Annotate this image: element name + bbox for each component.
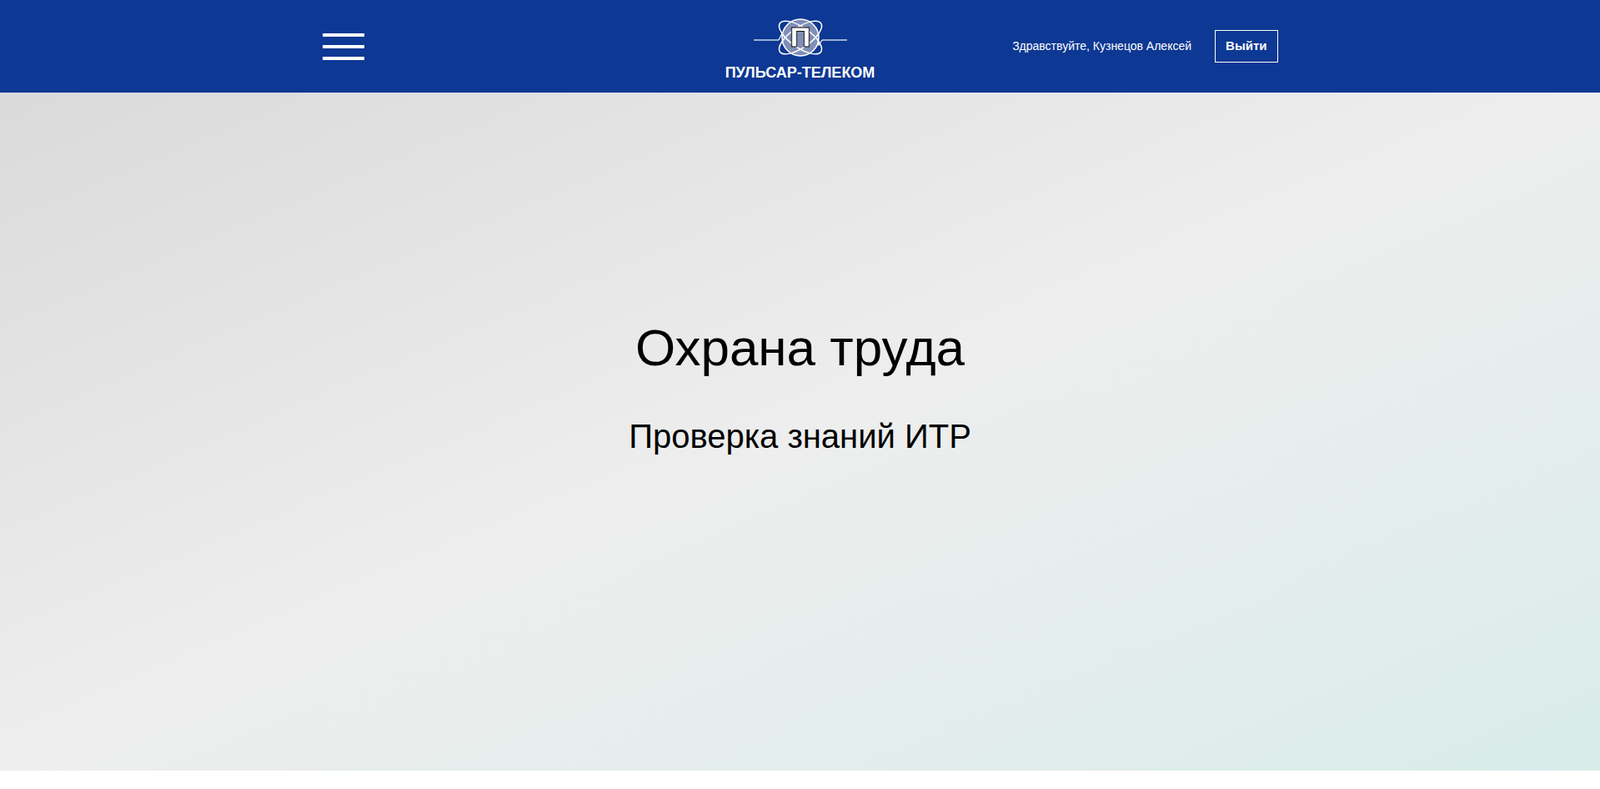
menu-bar-icon	[322, 56, 365, 61]
page: П ПУЛЬСАР-ТЕЛЕКОМ Здравствуйте, Кузнецов А…	[0, 0, 1600, 789]
greeting: Здравствуйте, Кузнецов Алексей	[1012, 37, 1192, 56]
page-bottom	[0, 770, 1600, 789]
menu-bar-icon	[322, 45, 365, 49]
logout-button[interactable]: Выйти	[1214, 30, 1278, 63]
hero-title: Охрана труда	[635, 315, 965, 380]
header: П ПУЛЬСАР-ТЕЛЕКОМ Здравствуйте, Кузнецов А…	[0, 0, 1600, 93]
menu-button[interactable]	[322, 30, 365, 64]
hero-subtitle: Проверка знаний ИТР	[628, 416, 972, 457]
svg-text:П: П	[788, 21, 812, 54]
pulsar-logo-icon: П	[750, 11, 851, 64]
logo[interactable]: П ПУЛЬСАР-ТЕЛЕКОМ	[725, 11, 876, 82]
menu-bar-icon	[322, 33, 365, 37]
hero: Охрана труда Проверка знаний ИТР	[0, 92, 1600, 771]
logo-name: ПУЛЬСАР-ТЕЛЕКОМ	[725, 63, 876, 82]
